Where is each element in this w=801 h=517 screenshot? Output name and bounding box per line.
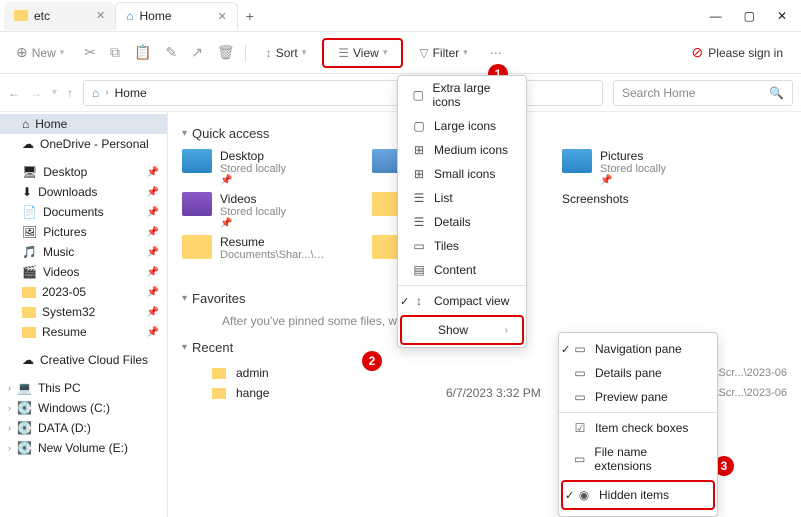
minimize-icon[interactable]: —	[710, 9, 722, 23]
show-menu-navigation-pane[interactable]: ✓▭Navigation pane	[559, 337, 717, 361]
view-menu-content[interactable]: ▤Content	[398, 258, 526, 282]
cut-icon[interactable]: ✂	[84, 44, 96, 61]
sidebar-item-onedrive-personal[interactable]: ☁OneDrive - Personal	[0, 134, 167, 154]
new-button[interactable]: ⊕New▾	[8, 40, 72, 65]
tab-etc[interactable]: etc✕	[4, 2, 115, 30]
delete-icon[interactable]: 🗑	[217, 44, 235, 61]
share-icon[interactable]: ↗	[191, 44, 203, 61]
show-menu-item-check-boxes[interactable]: ☑Item check boxes	[559, 416, 717, 440]
view-button[interactable]: ☰View▾	[322, 38, 403, 68]
search-input[interactable]: Search Home🔍	[613, 80, 793, 106]
sidebar-item-resume[interactable]: Resume📌	[0, 322, 167, 342]
view-dropdown: ▢Extra large icons▢Large icons⊞Medium ic…	[397, 75, 527, 348]
show-submenu: ✓▭Navigation pane▭Details pane▭Preview p…	[558, 332, 718, 517]
quick-access-pictures[interactable]: PicturesStored locally📌	[562, 149, 712, 186]
search-icon[interactable]: 🔍	[769, 86, 784, 100]
show-menu-hidden-items[interactable]: ✓◉Hidden items	[561, 480, 715, 510]
back-button[interactable]: ←	[8, 86, 20, 100]
sidebar-item-videos[interactable]: 🎬Videos📌	[0, 262, 167, 282]
copy-icon[interactable]: ⧉	[110, 44, 120, 61]
sort-button[interactable]: ↕Sort▾	[256, 42, 317, 64]
view-menu-large-icons[interactable]: ▢Large icons	[398, 114, 526, 138]
paste-icon[interactable]: 📋	[134, 44, 151, 61]
maximize-icon[interactable]: ▢	[744, 9, 755, 23]
filter-button[interactable]: ▽Filter▾	[409, 42, 477, 64]
view-menu-details[interactable]: ☰Details	[398, 210, 526, 234]
view-menu-list[interactable]: ☰List	[398, 186, 526, 210]
view-menu-compact-view[interactable]: ✓↕Compact view	[398, 289, 526, 313]
quick-access-desktop[interactable]: DesktopStored locally📌	[182, 149, 332, 186]
sidebar-item-desktop[interactable]: 🖥Desktop📌	[0, 162, 167, 182]
view-menu-tiles[interactable]: ▭Tiles	[398, 234, 526, 258]
view-menu-medium-icons[interactable]: ⊞Medium icons	[398, 138, 526, 162]
close-icon[interactable]: ✕	[218, 10, 227, 23]
sidebar-item-documents[interactable]: 📄Documents📌	[0, 202, 167, 222]
show-menu-details-pane[interactable]: ▭Details pane	[559, 361, 717, 385]
annotation-2: 2	[362, 351, 382, 371]
sidebar-item-data-d-[interactable]: ›💽DATA (D:)	[0, 418, 167, 438]
sidebar-item-downloads[interactable]: ⬇Downloads📌	[0, 182, 167, 202]
show-menu-preview-pane[interactable]: ▭Preview pane	[559, 385, 717, 409]
quick-access-videos[interactable]: VideosStored locally📌	[182, 192, 332, 229]
up-button[interactable]: ↑	[67, 86, 73, 100]
close-window-icon[interactable]: ✕	[777, 9, 787, 23]
new-tab-button[interactable]: +	[238, 8, 262, 24]
sidebar-item-new-volume-e-[interactable]: ›💽New Volume (E:)	[0, 438, 167, 458]
view-menu-show[interactable]: Show›	[400, 315, 524, 345]
history-button[interactable]: ▾	[52, 87, 57, 98]
sidebar-item-windows-c-[interactable]: ›💽Windows (C:)	[0, 398, 167, 418]
view-menu-extra-large-icons[interactable]: ▢Extra large icons	[398, 76, 526, 114]
show-menu-file-name-extensions[interactable]: ▭File name extensions	[559, 440, 717, 478]
more-button[interactable]: ⋯	[482, 42, 510, 64]
sidebar-item-creative-cloud-files[interactable]: ☁Creative Cloud Files	[0, 350, 167, 370]
rename-icon[interactable]: ✎	[165, 44, 177, 61]
sidebar-item-2023-05[interactable]: 2023-05📌	[0, 282, 167, 302]
sidebar-item-home[interactable]: ⌂Home	[0, 114, 167, 134]
quick-access-resume[interactable]: ResumeDocuments\Shar...\2023-05	[182, 235, 332, 261]
sidebar-item-pictures[interactable]: 🖼Pictures📌	[0, 222, 167, 242]
close-icon[interactable]: ✕	[96, 9, 105, 22]
sidebar-item-this-pc[interactable]: ›💻This PC	[0, 378, 167, 398]
tab-home[interactable]: ⌂Home✕	[115, 2, 237, 30]
sidebar-item-music[interactable]: 🎵Music📌	[0, 242, 167, 262]
forward-button[interactable]: →	[30, 86, 42, 100]
quick-access-screenshots[interactable]: Screenshots	[562, 192, 652, 229]
view-menu-small-icons[interactable]: ⊞Small icons	[398, 162, 526, 186]
sign-in-button[interactable]: ⊘Please sign in	[682, 44, 793, 61]
sidebar-item-system32[interactable]: System32📌	[0, 302, 167, 322]
